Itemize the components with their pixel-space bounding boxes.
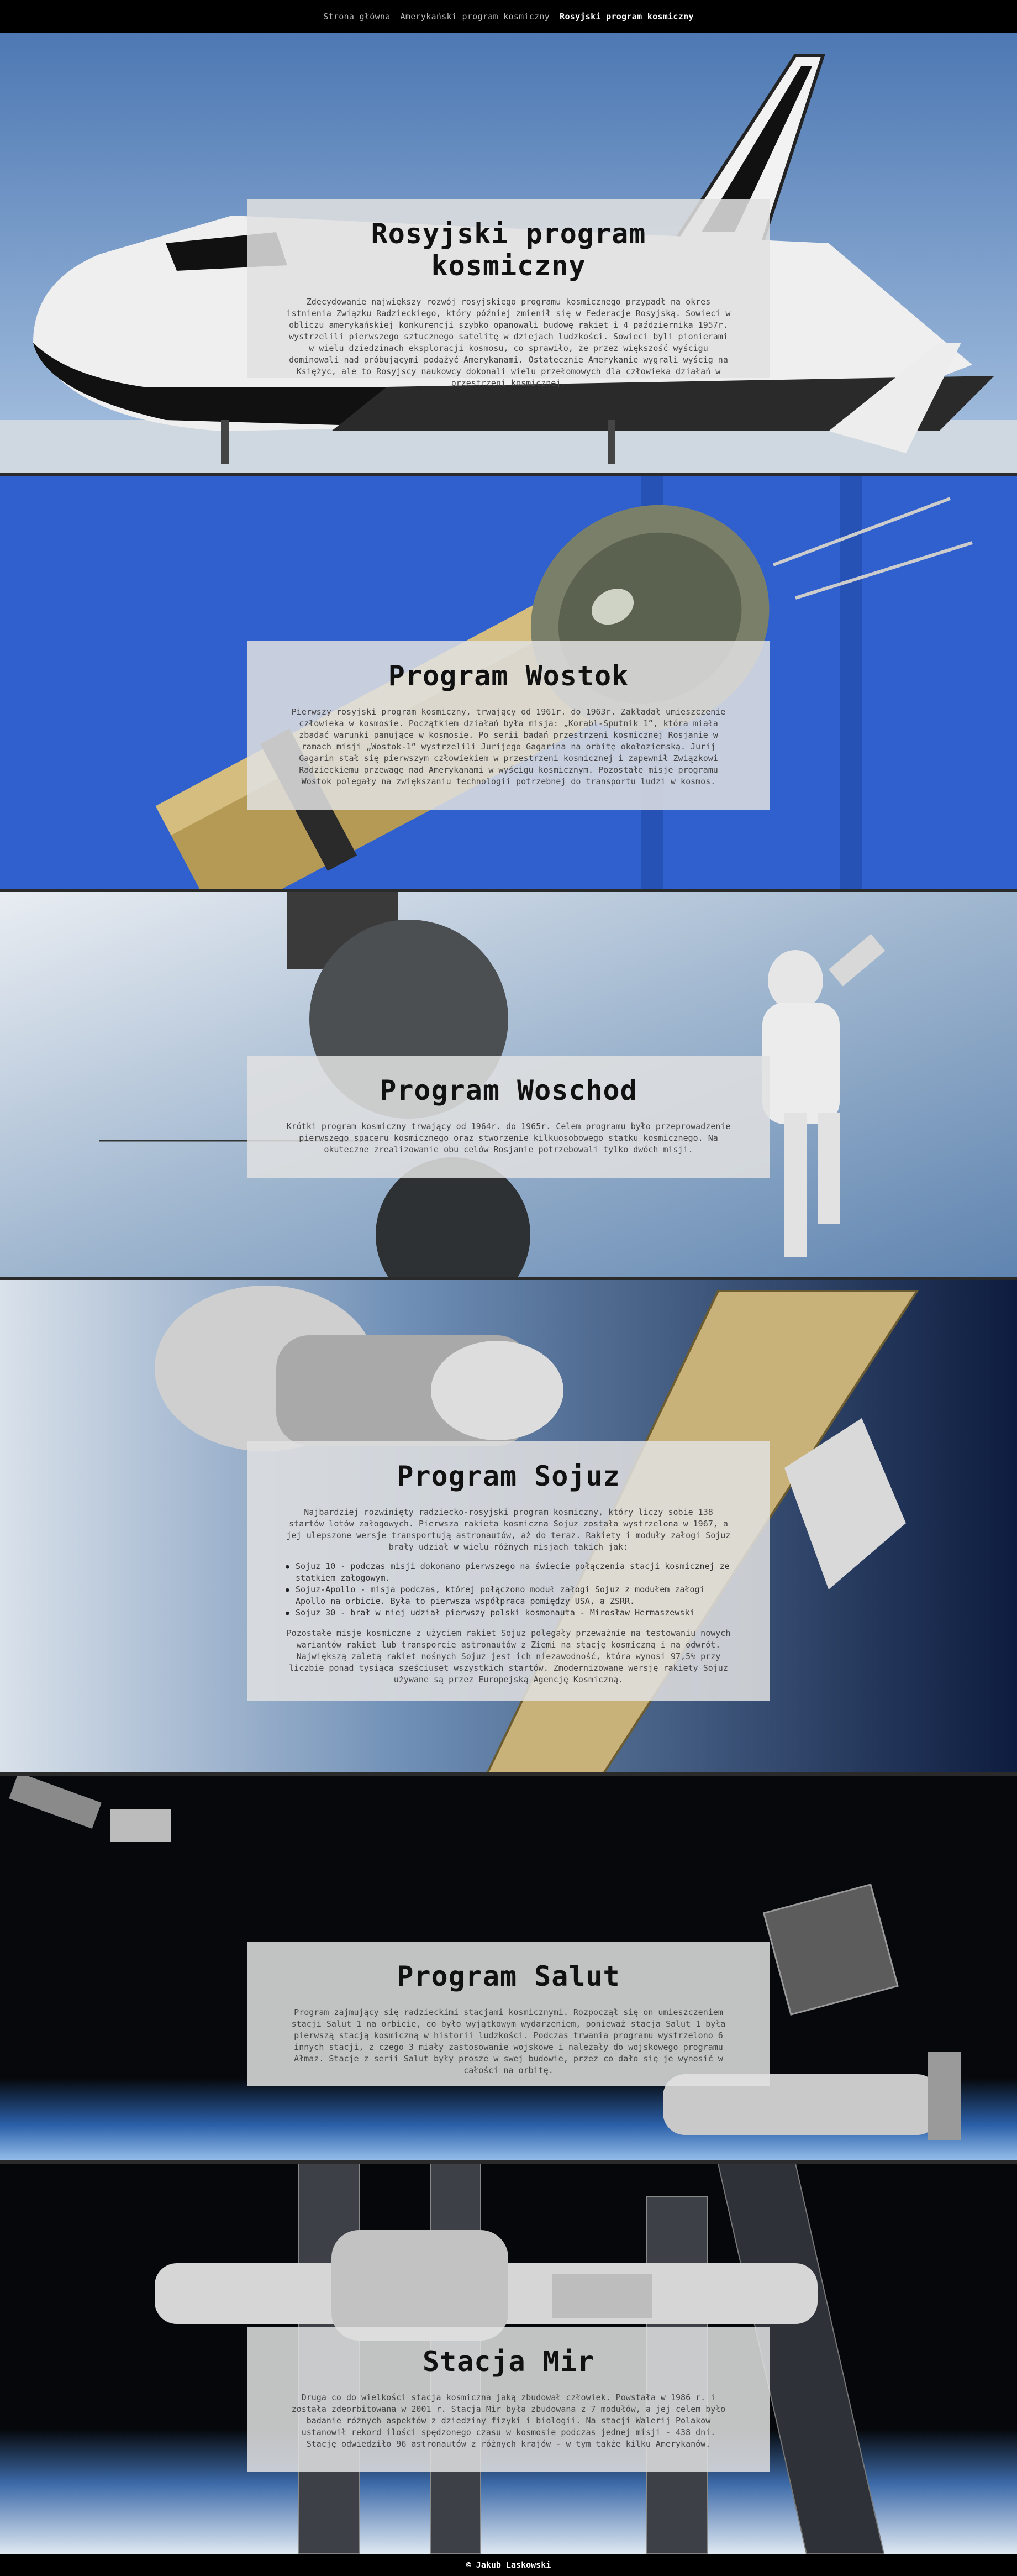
woschod-title: Program Woschod [380,1074,637,1106]
salut-card: Program Salut Program zajmujący się radz… [247,1942,770,2086]
page-title: Rosyjski program kosmiczny [371,218,646,282]
sojuz-text: Najbardziej rozwinięty radziecko-rosyjsk… [286,1507,731,1552]
section-salut: Program Salut Program zajmujący się radz… [0,1776,1017,2164]
sojuz-card: Program Sojuz Najbardziej rozwinięty rad… [247,1441,770,1701]
sojuz-text-2: Pozostałe misje kosmiczne z użyciem raki… [286,1628,731,1685]
section-mir: Stacja Mir Druga co do wielkości stacja … [0,2164,1017,2554]
wostok-card: Program Wostok Pierwszy rosyjski program… [247,641,770,810]
section-sojuz: Program Sojuz Najbardziej rozwinięty rad… [0,1280,1017,1776]
wostok-text: Pierwszy rosyjski program kosmiczny, trw… [291,707,726,786]
section-woschod: Program Woschod Krótki program kosmiczny… [0,892,1017,1280]
nav-link-russian-program[interactable]: Rosyjski program kosmiczny [560,12,694,22]
mir-card: Stacja Mir Druga co do wielkości stacja … [247,2327,770,2472]
top-navigation: Strona główna Amerykański program kosmic… [0,0,1017,33]
salut-text: Program zajmujący się radzieckimi stacja… [291,2007,726,2075]
list-item: Sojuz 10 - podczas misji dokonano pierws… [286,1561,731,1584]
sojuz-title: Program Sojuz [397,1460,620,1492]
wostok-title: Program Wostok [388,660,629,692]
section-wostok: Program Wostok Pierwszy rosyjski program… [0,476,1017,892]
footer-copyright: © Jakub Laskowski [466,2560,551,2570]
intro-card: Rosyjski program kosmiczny Zdecydowanie … [247,199,770,388]
nav-link-american-program[interactable]: Amerykański program kosmiczny [401,12,550,22]
nav-link-home[interactable]: Strona główna [323,12,390,22]
footer: © Jakub Laskowski [0,2554,1017,2576]
section-intro: Rosyjski program kosmiczny Zdecydowanie … [0,33,1017,476]
mir-text: Druga co do wielkości stacja kosmiczna j… [291,2393,726,2449]
woschod-text: Krótki program kosmiczny trwający od 196… [286,1121,731,1155]
intro-text: Zdecydowanie największy rozwój rosyjskie… [286,297,731,388]
mir-title: Stacja Mir [422,2346,595,2378]
woschod-card: Program Woschod Krótki program kosmiczny… [247,1056,770,1178]
list-item: Sojuz-Apollo - misja podczas, której poł… [286,1584,731,1607]
salut-title: Program Salut [397,1960,620,1992]
list-item: Sojuz 30 - brał w niej udział pierwszy p… [286,1607,731,1619]
sojuz-missions-list: Sojuz 10 - podczas misji dokonano pierws… [286,1561,731,1619]
